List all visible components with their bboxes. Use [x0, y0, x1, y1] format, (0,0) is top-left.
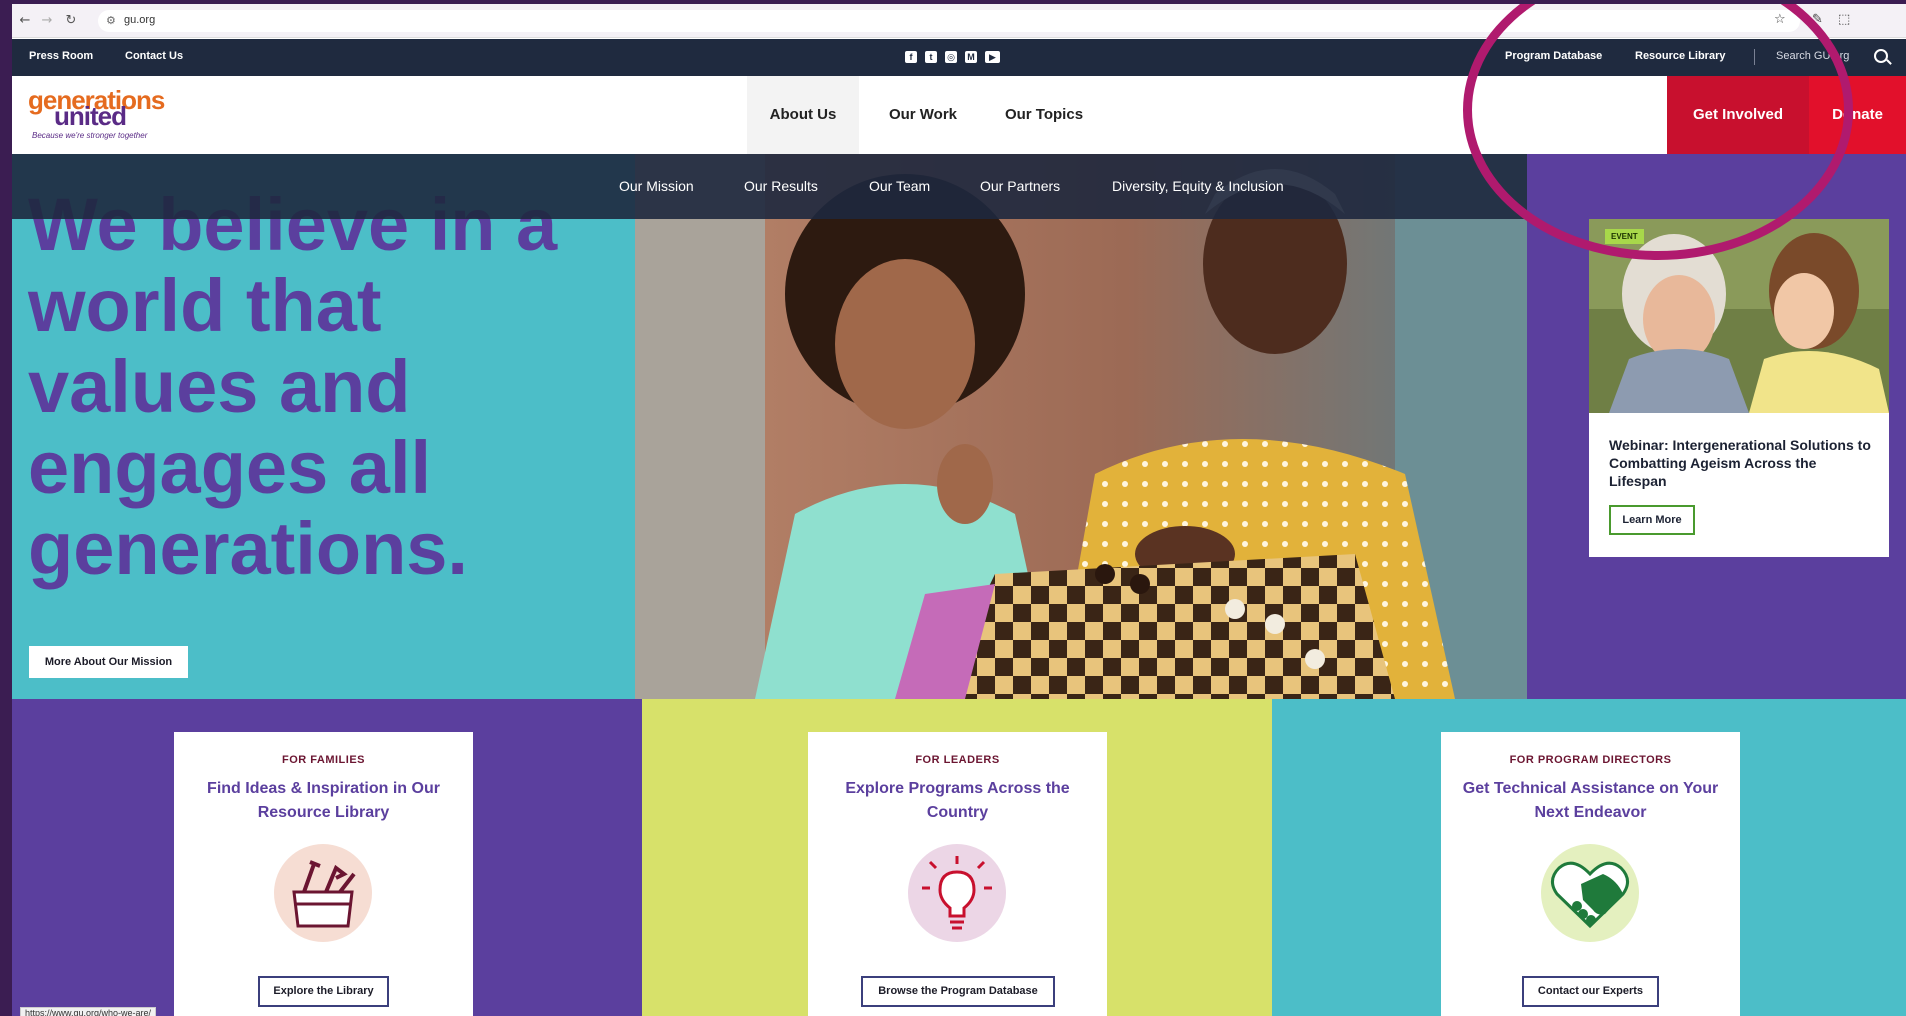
status-bar-url: https://www.gu.org/who-we-are/ — [20, 1007, 157, 1016]
card-kicker: FOR FAMILIES — [282, 754, 365, 766]
more-about-mission-button[interactable]: More About Our Mission — [29, 646, 188, 678]
families-card: FOR FAMILIES Find Ideas & Inspiration in… — [174, 732, 473, 1016]
card-title[interactable]: Get Technical Assistance on Your Next En… — [1461, 777, 1720, 825]
learn-more-button[interactable]: Learn More — [1609, 505, 1695, 535]
toolbox-icon — [274, 844, 372, 942]
nav-our-topics[interactable]: Our Topics — [989, 76, 1099, 154]
twitter-icon[interactable]: t — [925, 51, 937, 63]
explore-library-button[interactable]: Explore the Library — [258, 976, 389, 1007]
leaders-card: FOR LEADERS Explore Programs Across the … — [808, 732, 1107, 1016]
subnav-our-team[interactable]: Our Team — [869, 178, 930, 194]
event-title[interactable]: Webinar: Intergenerational Solutions to … — [1609, 436, 1874, 490]
browse-program-database-button[interactable]: Browse the Program Database — [861, 976, 1055, 1007]
youtube-icon[interactable]: ▶ — [985, 51, 1000, 63]
subnav-dei[interactable]: Diversity, Equity & Inclusion — [1112, 178, 1284, 194]
browser-window: ← → ↻ ⚙ gu.org ☆ ✎ ⬚ Press Room Contact … — [12, 4, 1906, 1016]
card-title[interactable]: Explore Programs Across the Country — [828, 777, 1087, 825]
instagram-icon[interactable]: ◎ — [945, 51, 957, 63]
hero-headline: We believe in a world that values and en… — [28, 183, 558, 590]
grandmother-girl-chess-illustration — [635, 154, 1527, 699]
contact-experts-button[interactable]: Contact our Experts — [1522, 976, 1659, 1007]
logo-word-united: united — [54, 101, 127, 131]
url-text: gu.org — [124, 14, 156, 26]
card-title[interactable]: Find Ideas & Inspiration in Our Resource… — [194, 777, 453, 825]
logo-tagline: Because we're stronger together — [32, 131, 148, 140]
card-kicker: FOR PROGRAM DIRECTORS — [1509, 754, 1672, 766]
contact-us-link[interactable]: Contact Us — [125, 50, 183, 62]
site-info-icon[interactable]: ⚙ — [106, 14, 116, 27]
back-arrow-icon[interactable]: ← — [16, 12, 34, 30]
program-directors-card: FOR PROGRAM DIRECTORS Get Technical Assi… — [1441, 732, 1740, 1016]
about-us-subnav: Our Mission Our Results Our Team Our Par… — [12, 154, 1527, 219]
subnav-our-results[interactable]: Our Results — [744, 178, 818, 194]
nav-about-us[interactable]: About Us — [747, 76, 859, 154]
press-room-link[interactable]: Press Room — [29, 50, 93, 62]
handshake-heart-icon — [1541, 844, 1639, 942]
lightbulb-icon — [908, 844, 1006, 942]
reload-icon[interactable]: ↻ — [62, 12, 80, 30]
nav-our-work[interactable]: Our Work — [867, 76, 979, 154]
search-icon[interactable] — [1874, 49, 1888, 63]
extensions-icon[interactable]: ⬚ — [1838, 12, 1850, 27]
card-kicker: FOR LEADERS — [915, 754, 1000, 766]
hero-photo — [635, 154, 1527, 699]
subnav-our-mission[interactable]: Our Mission — [619, 178, 694, 194]
event-card: EVENT Webinar: Intergenerational Solutio… — [1589, 219, 1889, 557]
forward-arrow-icon[interactable]: → — [38, 12, 56, 30]
facebook-icon[interactable]: f — [905, 51, 917, 63]
subnav-our-partners[interactable]: Our Partners — [980, 178, 1060, 194]
medium-icon[interactable]: M — [965, 51, 977, 63]
